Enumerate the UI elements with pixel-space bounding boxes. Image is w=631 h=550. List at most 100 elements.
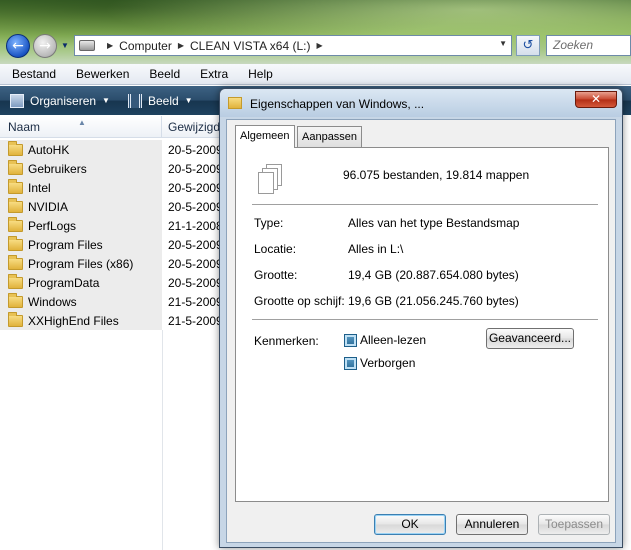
back-button[interactable]: ←: [6, 34, 30, 58]
location-value: Alles in L:\: [348, 242, 404, 256]
attributes-label: Kenmerken:: [254, 334, 319, 348]
column-modified-header[interactable]: Gewijzigd: [162, 116, 220, 137]
item-count-summary: 96.075 bestanden, 19.814 mappen: [343, 168, 530, 182]
column-header: ▲ Naam Gewijzigd: [0, 116, 231, 138]
ok-button[interactable]: OK: [374, 514, 446, 535]
refresh-button[interactable]: ↺: [516, 35, 540, 56]
dialog-titlebar[interactable]: Eigenschappen van Windows, ... ✕: [220, 89, 622, 117]
dialog-title: Eigenschappen van Windows, ...: [250, 97, 425, 111]
hidden-checkbox[interactable]: [344, 356, 357, 370]
list-item[interactable]: Program Files 20-5-2009: [0, 235, 231, 254]
folder-icon: [8, 216, 23, 232]
breadcrumb-separator[interactable]: ▶: [317, 41, 323, 50]
menu-tools[interactable]: Extra: [188, 67, 236, 81]
file-date: 20-5-2009: [168, 199, 223, 214]
apply-button[interactable]: Toepassen: [538, 514, 610, 535]
readonly-label: Alleen-lezen: [360, 333, 427, 347]
list-item[interactable]: AutoHK 20-5-2009: [0, 140, 231, 159]
view-button[interactable]: Beeld ▼: [127, 93, 193, 108]
list-item[interactable]: ProgramData 20-5-2009: [0, 273, 231, 292]
list-item[interactable]: NVIDIA 20-5-2009: [0, 197, 231, 216]
organize-icon: [10, 93, 24, 108]
recent-pages-dropdown[interactable]: ▼: [60, 40, 70, 52]
list-item[interactable]: PerfLogs 21-1-2008: [0, 216, 231, 235]
breadcrumb-separator[interactable]: ▶: [178, 41, 184, 50]
menu-edit[interactable]: Bewerken: [64, 67, 137, 81]
menu-view[interactable]: Beeld: [137, 67, 188, 81]
file-date: 20-5-2009: [168, 161, 223, 176]
properties-dialog: Eigenschappen van Windows, ... ✕ Algemee…: [219, 88, 623, 548]
forward-button[interactable]: →: [33, 34, 57, 58]
dialog-body: Algemeen Aanpassen 96.075 bestanden, 19.…: [226, 119, 616, 543]
address-bar[interactable]: ▶ Computer ▶ CLEAN VISTA x64 (L:) ▶ ▼: [74, 35, 512, 56]
menu-bar: Bestand Bewerken Beeld Extra Help: [0, 64, 631, 85]
file-name: PerfLogs: [28, 218, 77, 233]
close-button[interactable]: ✕: [575, 91, 617, 108]
cancel-button[interactable]: Annuleren: [456, 514, 528, 535]
folder-icon: [8, 178, 23, 194]
file-name: NVIDIA: [28, 199, 69, 214]
breadcrumb-drive[interactable]: CLEAN VISTA x64 (L:): [190, 39, 311, 53]
tab-general[interactable]: Algemeen: [235, 125, 295, 148]
file-date: 20-5-2009: [168, 256, 223, 271]
tab-customize[interactable]: Aanpassen: [297, 126, 363, 147]
chevron-down-icon: ▼: [184, 96, 193, 105]
file-name: ProgramData: [28, 275, 100, 290]
divider: [252, 204, 598, 205]
divider: [252, 319, 598, 320]
column-name-label: Naam: [8, 120, 41, 134]
hidden-checkbox-row[interactable]: Verborgen: [344, 356, 415, 370]
drive-icon: [79, 40, 95, 51]
search-input[interactable]: Zoeken: [546, 35, 631, 56]
breadcrumb-computer[interactable]: Computer: [119, 39, 172, 53]
readonly-checkbox-row[interactable]: Alleen-lezen: [344, 333, 426, 347]
tab-panel-general: 96.075 bestanden, 19.814 mappen Type: Al…: [235, 147, 609, 502]
size-on-disk-label: Grootte op schijf:: [254, 294, 345, 308]
column-name-header[interactable]: ▲ Naam: [0, 116, 162, 137]
type-value: Alles van het type Bestandsmap: [348, 216, 520, 230]
breadcrumb-separator[interactable]: ▶: [107, 41, 113, 50]
organize-button[interactable]: Organiseren ▼: [10, 93, 110, 108]
multiple-files-icon: [258, 164, 288, 196]
view-label: Beeld: [147, 93, 179, 108]
file-name: Intel: [28, 180, 51, 195]
list-item[interactable]: XXHighEnd Files 21-5-2009: [0, 311, 231, 330]
folder-icon: [8, 197, 23, 213]
readonly-checkbox[interactable]: [344, 333, 357, 347]
folder-icon: [8, 159, 23, 175]
chevron-down-icon: ▼: [102, 96, 110, 105]
file-name: Windows: [28, 294, 77, 309]
list-item[interactable]: Program Files (x86) 20-5-2009: [0, 254, 231, 273]
hidden-label: Verborgen: [360, 356, 416, 370]
file-date: 20-5-2009: [168, 275, 223, 290]
advanced-button[interactable]: Geavanceerd...: [486, 328, 574, 349]
list-item[interactable]: Gebruikers 20-5-2009: [0, 159, 231, 178]
list-item[interactable]: Windows 21-5-2009: [0, 292, 231, 311]
file-date: 21-1-2008: [168, 218, 223, 233]
type-label: Type:: [254, 216, 284, 230]
address-dropdown-icon[interactable]: ▼: [499, 39, 507, 48]
file-date: 20-5-2009: [168, 237, 223, 252]
file-date: 21-5-2009: [168, 294, 223, 309]
file-date: 20-5-2009: [168, 142, 223, 157]
file-name: XXHighEnd Files: [28, 313, 119, 328]
file-list: AutoHK 20-5-2009 Gebruikers 20-5-2009 In…: [0, 140, 231, 330]
folder-icon: [8, 311, 23, 327]
menu-help[interactable]: Help: [236, 67, 281, 81]
file-name: Program Files: [28, 237, 103, 252]
organize-label: Organiseren: [30, 93, 97, 108]
folder-icon: [8, 292, 23, 308]
file-list-empty-area[interactable]: [0, 330, 163, 550]
folder-icon: [8, 140, 23, 156]
list-item[interactable]: Intel 20-5-2009: [0, 178, 231, 197]
folder-icon: [8, 235, 23, 251]
size-on-disk-value: 19,6 GB (21.056.245.760 bytes): [348, 294, 519, 308]
location-label: Locatie:: [254, 242, 297, 256]
file-name: Program Files (x86): [28, 256, 134, 271]
sort-ascending-icon: ▲: [78, 118, 86, 127]
view-icon: [127, 93, 142, 108]
file-date: 20-5-2009: [168, 180, 223, 195]
menu-file[interactable]: Bestand: [0, 67, 64, 81]
file-date: 21-5-2009: [168, 313, 223, 328]
file-name: AutoHK: [28, 142, 70, 157]
